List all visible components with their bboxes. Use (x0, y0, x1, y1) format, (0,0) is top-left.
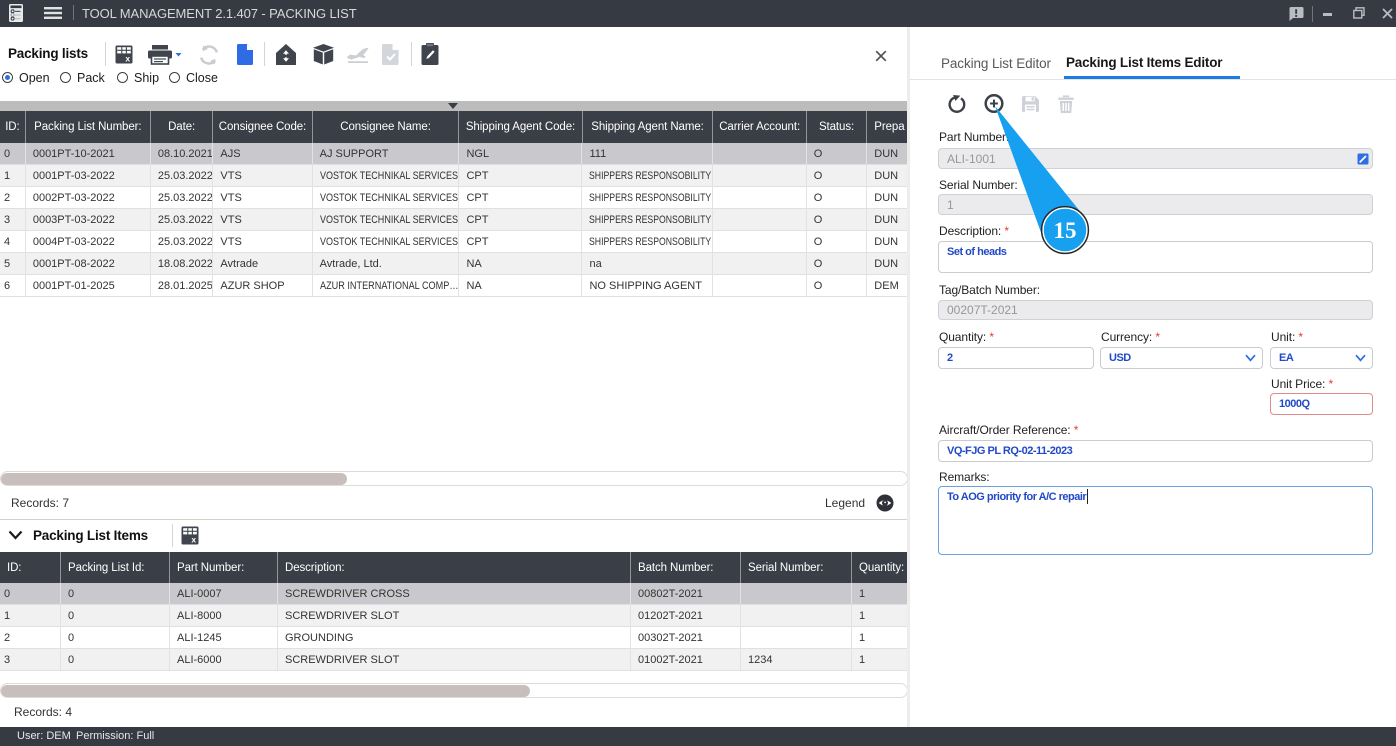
svg-text:15: 15 (1054, 218, 1077, 243)
svg-text:x: x (191, 535, 196, 545)
svg-text:x: x (125, 54, 130, 64)
